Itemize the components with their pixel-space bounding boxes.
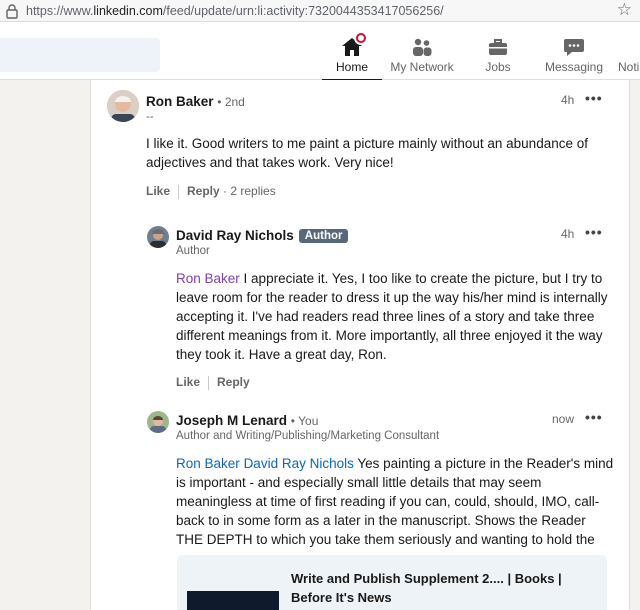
author-headline: -- bbox=[146, 111, 154, 123]
more-options-icon[interactable]: ••• bbox=[585, 224, 603, 240]
mention-ron-baker[interactable]: Ron Baker bbox=[176, 271, 240, 286]
comment-actions: Like Reply bbox=[176, 375, 250, 390]
author-name[interactable]: Joseph M Lenard bbox=[176, 413, 287, 428]
messaging-icon bbox=[564, 39, 584, 56]
nav-notifications[interactable]: Noti bbox=[616, 22, 640, 80]
comments-card: Ron Baker • 2nd -- 4h ••• I like it. Goo… bbox=[90, 80, 630, 610]
notification-badge bbox=[354, 31, 368, 45]
comment-timestamp: 4h bbox=[561, 93, 575, 107]
author-name[interactable]: Ron Baker bbox=[146, 94, 214, 109]
comment-timestamp: 4h bbox=[561, 227, 575, 241]
author-badge: Author bbox=[298, 229, 349, 243]
network-icon bbox=[413, 38, 432, 56]
reply-button[interactable]: Reply bbox=[187, 184, 220, 198]
replies-count[interactable]: · 2 replies bbox=[223, 184, 276, 198]
nav-my-network-label: My Network bbox=[390, 60, 454, 74]
nav-jobs-label: Jobs bbox=[485, 60, 511, 74]
comment-text: Ron Baker I appreciate it. Yes, I too li… bbox=[176, 269, 616, 364]
mention-ron-baker[interactable]: Ron Baker bbox=[176, 456, 240, 471]
avatar-ron-baker-image bbox=[107, 90, 139, 122]
nav-home[interactable]: Home bbox=[322, 22, 382, 81]
comment-text-body: I appreciate it. Yes, I too like to crea… bbox=[176, 271, 608, 362]
link-preview-title[interactable]: Write and Publish Supplement 2.... | Boo… bbox=[291, 569, 581, 607]
more-options-icon[interactable]: ••• bbox=[585, 90, 603, 106]
nav-home-label: Home bbox=[335, 60, 368, 74]
comment-author-joseph-m-lenard[interactable]: Joseph M Lenard • You bbox=[176, 413, 318, 428]
search-input[interactable] bbox=[0, 38, 160, 72]
like-button[interactable]: Like bbox=[176, 375, 200, 389]
link-preview-thumbnail bbox=[187, 591, 279, 610]
comment-author-ron-baker[interactable]: Ron Baker • 2nd bbox=[146, 94, 245, 109]
connection-degree: • You bbox=[290, 414, 319, 428]
comment-text: Ron Baker David Ray Nichols Yes painting… bbox=[176, 454, 616, 568]
avatar-joseph-image bbox=[147, 411, 169, 433]
reply-button[interactable]: Reply bbox=[217, 375, 250, 389]
comment-author-david-ray-nichols[interactable]: David Ray Nichols Author bbox=[176, 228, 349, 243]
more-options-icon[interactable]: ••• bbox=[585, 409, 603, 425]
author-headline: Author bbox=[176, 245, 210, 257]
nav-jobs[interactable]: Jobs bbox=[470, 22, 526, 80]
author-name[interactable]: David Ray Nichols bbox=[176, 228, 294, 243]
url-text[interactable]: https://www.linkedin.com/feed/update/urn… bbox=[26, 4, 444, 18]
author-headline: Author and Writing/Publishing/Marketing … bbox=[176, 430, 440, 442]
avatar-david-image bbox=[147, 226, 169, 248]
nav-my-network[interactable]: My Network bbox=[388, 22, 456, 80]
avatar-ron-baker[interactable] bbox=[107, 90, 139, 122]
comment-timestamp: now bbox=[552, 412, 575, 426]
nav-messaging[interactable]: Messaging bbox=[540, 22, 608, 80]
avatar-david-ray-nichols[interactable] bbox=[147, 226, 169, 248]
mention-david-ray-nichols[interactable]: David Ray Nichols bbox=[244, 456, 354, 471]
address-bar[interactable]: https://www.linkedin.com/feed/update/urn… bbox=[0, 0, 640, 22]
like-button[interactable]: Like bbox=[146, 184, 170, 198]
nav-messaging-label: Messaging bbox=[544, 60, 604, 74]
bookmark-star-icon[interactable]: ☆ bbox=[617, 1, 632, 19]
lock-icon bbox=[6, 4, 18, 19]
top-navigation: Home My Network Jobs Messaging Noti bbox=[0, 22, 640, 81]
url-prefix: https://www. bbox=[26, 4, 94, 18]
nav-notifications-label: Noti bbox=[618, 60, 640, 74]
connection-degree: • 2nd bbox=[217, 95, 245, 109]
action-divider bbox=[208, 375, 210, 390]
avatar-joseph-m-lenard[interactable] bbox=[147, 411, 169, 433]
comment-actions: Like Reply · 2 replies bbox=[146, 184, 276, 199]
comment-text: I like it. Good writers to me paint a pi… bbox=[146, 136, 588, 170]
url-path: /feed/update/urn:li:activity:73200443534… bbox=[162, 4, 444, 18]
comment-text-body: Yes painting a picture in the Reader's m… bbox=[176, 456, 614, 547]
action-divider bbox=[178, 184, 180, 199]
briefcase-icon bbox=[489, 39, 507, 55]
url-domain: linkedin.com bbox=[93, 4, 163, 18]
link-preview-card[interactable]: Write and Publish Supplement 2.... | Boo… bbox=[177, 555, 607, 610]
